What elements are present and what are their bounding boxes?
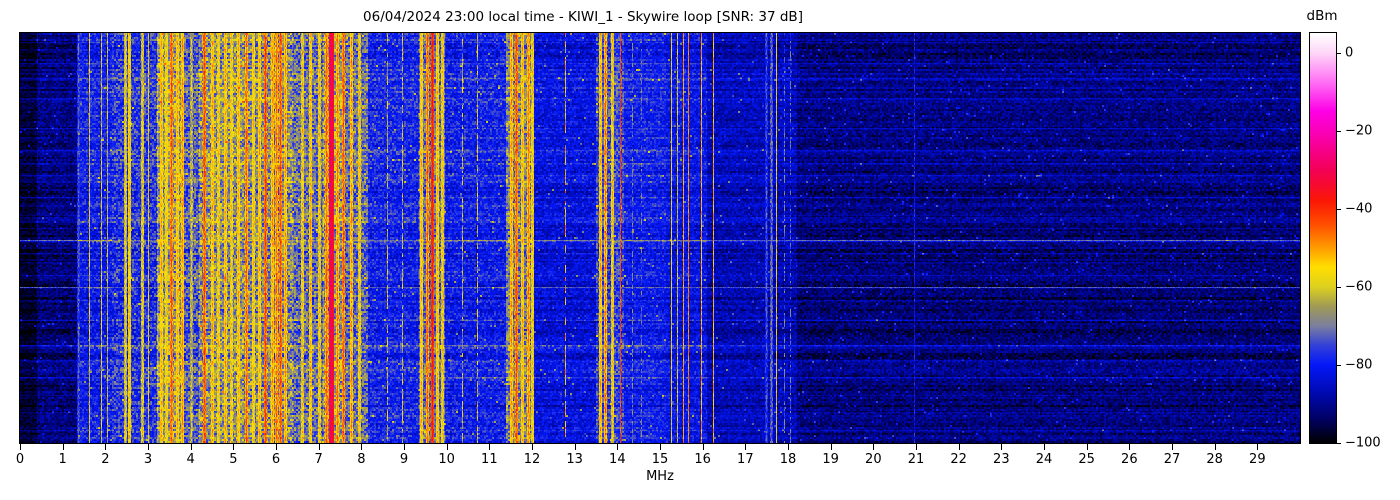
x-tick-label: 26	[1121, 452, 1138, 467]
x-tick-label: 3	[143, 452, 153, 467]
colorbar-tick	[1337, 208, 1341, 210]
x-tick	[745, 444, 747, 450]
x-tick-label: 20	[865, 452, 882, 467]
colorbar-tick	[1337, 286, 1341, 288]
x-tick	[1044, 444, 1045, 450]
x-tick	[1214, 444, 1216, 450]
x-tick	[1086, 444, 1088, 450]
colorbar-label: dBm	[1306, 8, 1338, 24]
x-axis-label: MHz	[646, 469, 674, 484]
x-tick	[660, 444, 661, 450]
x-tick-label: 14	[609, 452, 626, 467]
x-tick	[489, 444, 491, 450]
colorbar-tick-label: −80	[1345, 357, 1373, 373]
x-tick	[532, 444, 533, 450]
x-tick-label: 24	[1035, 452, 1053, 467]
colorbar-tick-label: −40	[1345, 201, 1373, 217]
chart-title: 06/04/2024 23:00 local time - KIWI_1 - S…	[363, 9, 803, 25]
x-tick-label: 7	[314, 452, 323, 467]
x-tick	[1172, 444, 1173, 450]
x-tick-label: 27	[1163, 452, 1181, 467]
x-tick	[148, 444, 149, 450]
x-tick-label: 2	[101, 452, 110, 467]
x-tick	[788, 444, 789, 450]
colorbar-tick-label: −20	[1345, 123, 1373, 139]
x-tick	[446, 444, 448, 450]
colorbar-tick-label: −100	[1345, 435, 1381, 451]
x-tick	[574, 444, 576, 450]
x-tick-label: 13	[566, 452, 583, 467]
x-tick-label: 10	[438, 452, 455, 467]
x-tick-label: 21	[907, 452, 925, 467]
x-tick	[916, 444, 917, 450]
x-tick-label: 6	[271, 452, 281, 467]
x-tick-label: 9	[399, 452, 409, 467]
x-tick-label: 0	[15, 452, 25, 467]
x-tick-label: 22	[950, 452, 967, 467]
x-tick-label: 5	[229, 452, 238, 467]
colorbar-tick	[1337, 364, 1341, 366]
x-tick	[617, 444, 619, 450]
colorbar-tick-label: −60	[1345, 279, 1373, 295]
colorbar-tick	[1337, 52, 1341, 54]
x-tick-label: 17	[737, 452, 754, 467]
x-tick	[276, 444, 277, 450]
x-tick	[1001, 444, 1003, 450]
x-tick-label: 8	[357, 452, 366, 467]
x-tick-label: 15	[651, 452, 669, 467]
x-tick	[830, 444, 832, 450]
colorbar-gradient	[1309, 32, 1337, 444]
x-tick	[702, 444, 704, 450]
x-tick-label: 16	[694, 452, 711, 467]
spectrogram-canvas	[19, 32, 1301, 444]
spectrogram-figure: 06/04/2024 23:00 local time - KIWI_1 - S…	[0, 0, 1400, 500]
x-tick-label: 25	[1078, 452, 1095, 467]
x-tick	[404, 444, 405, 450]
x-tick	[1129, 444, 1131, 450]
x-tick-label: 19	[822, 452, 839, 467]
x-tick	[873, 444, 875, 450]
x-tick	[233, 444, 235, 450]
x-tick-label: 1	[58, 452, 67, 467]
x-tick	[105, 444, 107, 450]
x-tick-label: 4	[186, 452, 195, 467]
x-tick	[361, 444, 363, 450]
colorbar-tick-label: 0	[1345, 45, 1354, 61]
x-tick	[318, 444, 320, 450]
x-tick	[62, 444, 64, 450]
colorbar-tick	[1337, 443, 1341, 444]
x-tick-label: 18	[779, 452, 797, 467]
colorbar-tick	[1337, 130, 1341, 132]
x-tick-label: 28	[1206, 452, 1223, 467]
x-tick-label: 29	[1249, 452, 1266, 467]
x-tick	[958, 444, 960, 450]
x-tick	[20, 444, 21, 450]
x-tick-label: 23	[993, 452, 1010, 467]
colorbar-ticks: 0 −20 −40 −60 −80 −100	[1337, 33, 1397, 451]
x-tick-label: 12	[523, 452, 541, 467]
x-tick	[190, 444, 192, 450]
x-tick-label: 11	[481, 452, 498, 467]
x-tick	[1257, 444, 1259, 450]
